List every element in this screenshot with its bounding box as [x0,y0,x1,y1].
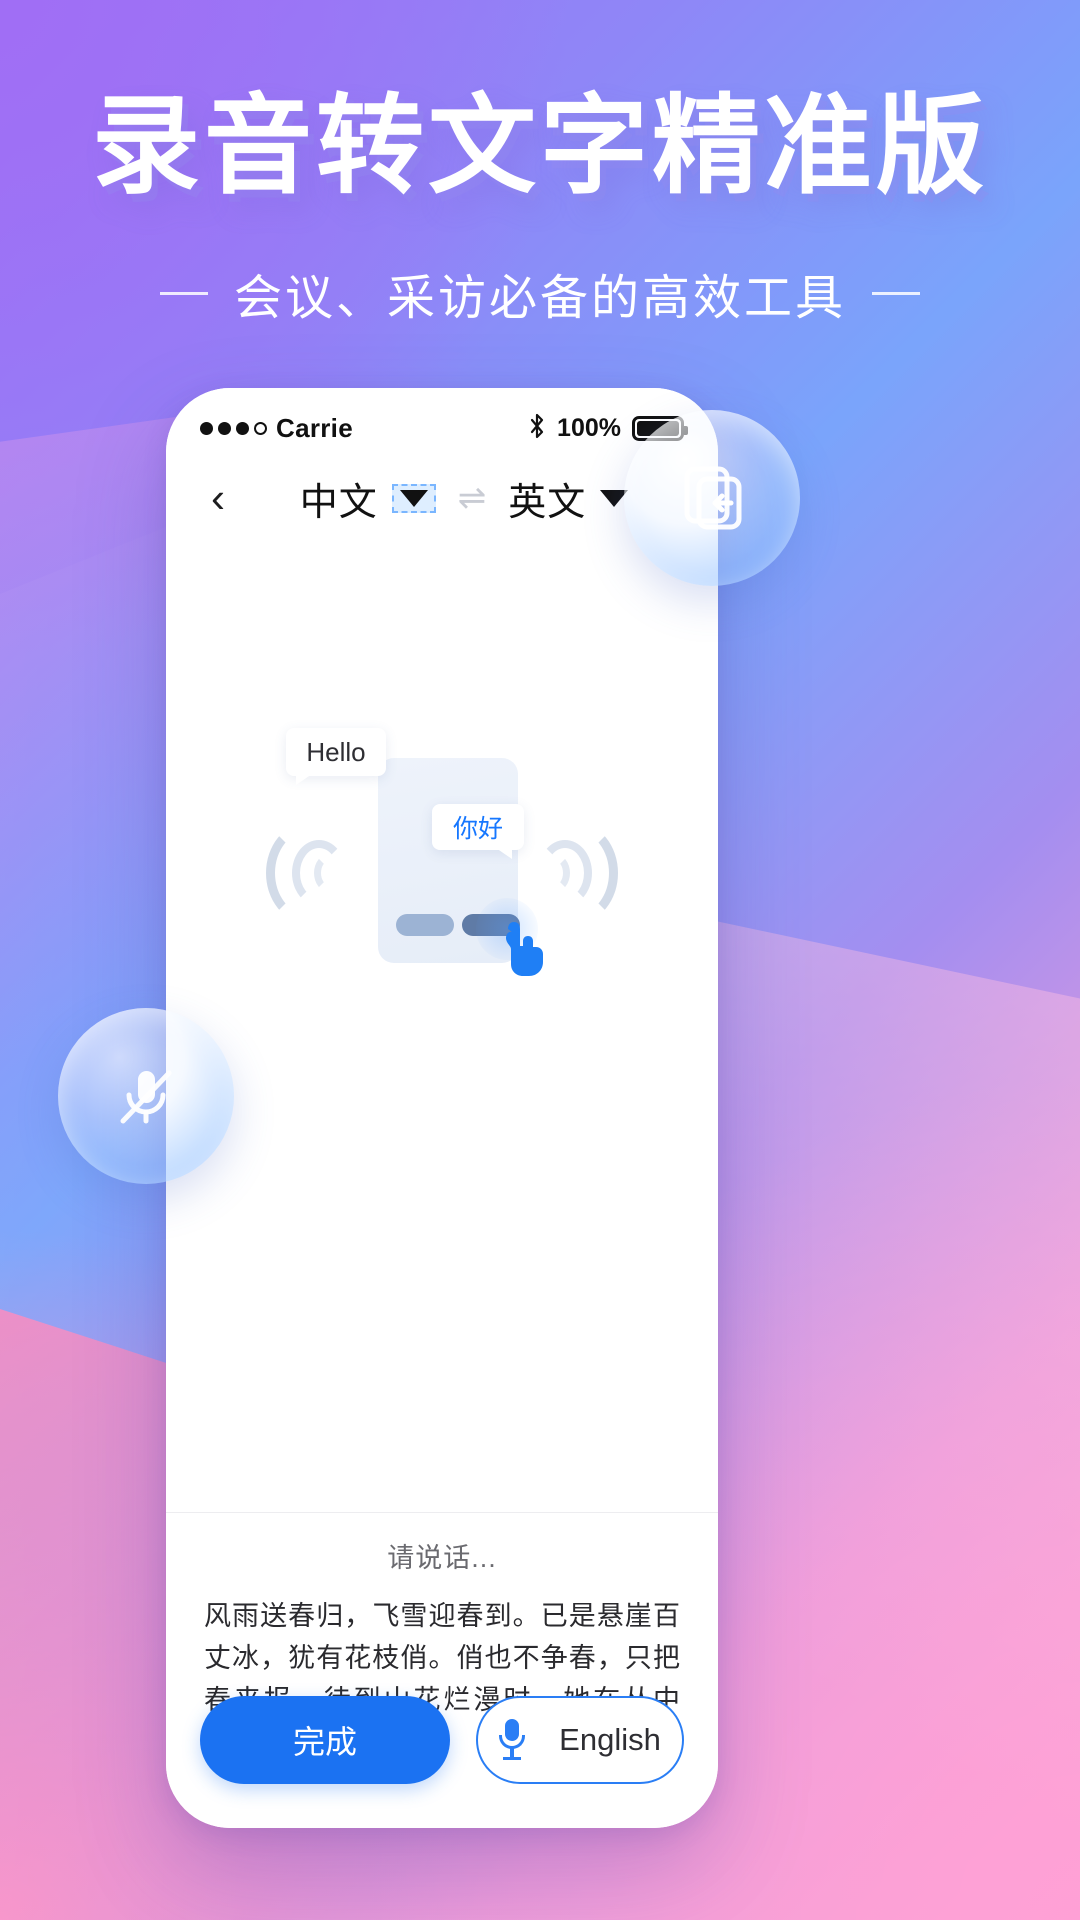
microphone-muted-icon [107,1057,185,1135]
hand-tap-icon [492,916,554,978]
subtitle-text: 会议、采访必备的高效工具 [233,272,846,325]
back-chevron-icon[interactable]: ‹ [196,476,240,520]
poster-headline: 录音转文字精准版 [91,85,988,206]
source-language-label: 中文 [299,481,378,524]
sound-wave-icon-left [266,823,358,923]
signal-strength-icon [200,421,267,435]
subtitle-dash-right [872,291,920,295]
source-language-button[interactable]: 中文 [300,471,436,526]
illustration-bubble-source: Hello [286,728,386,785]
subtitle-dash-left [159,291,208,295]
illustration-bubble-target: 你好 [432,804,524,859]
source-caret-down-icon[interactable] [391,483,436,513]
poster-canvas: 录音转文字精准版 会议、采访必备的高效工具 Carrie 100% ‹ 中文 ⇌… [0,0,1080,1920]
language-record-button[interactable]: English [476,1696,684,1784]
swap-arrows-icon[interactable]: ⇌ [458,481,487,515]
status-bar-left: Carrie [200,413,353,444]
language-selector: 中文 ⇌ 英文 [240,471,688,526]
document-import-icon [673,459,751,537]
phone-screen: Carrie 100% ‹ 中文 ⇌ 英文 Hello 你好 请说话... 风雨… [166,388,718,1828]
content-divider [166,1512,718,1513]
bluetooth-icon [528,413,546,444]
status-bar: Carrie 100% [166,404,718,452]
phone-mockup: Carrie 100% ‹ 中文 ⇌ 英文 Hello 你好 请说话... 风雨… [166,388,718,1828]
floating-import-badge[interactable] [624,410,800,586]
target-language-button[interactable]: 英文 [508,471,629,526]
target-language-label: 英文 [508,481,587,524]
carrier-label: Carrie [276,412,353,443]
illustration-button-left [396,914,454,936]
sound-wave-icon-right [526,823,618,923]
language-record-label: English [559,1722,661,1757]
floating-mic-badge[interactable] [58,1008,234,1184]
speak-prompt: 请说话... [387,1543,497,1573]
poster-subtitle: 会议、采访必备的高效工具 [0,258,1080,328]
battery-percent-label: 100% [557,413,621,442]
done-button[interactable]: 完成 [200,1696,450,1784]
bottom-action-bar: 完成 English [166,1694,718,1786]
microphone-icon [499,1719,526,1761]
translation-illustration: Hello 你好 [166,718,718,1078]
